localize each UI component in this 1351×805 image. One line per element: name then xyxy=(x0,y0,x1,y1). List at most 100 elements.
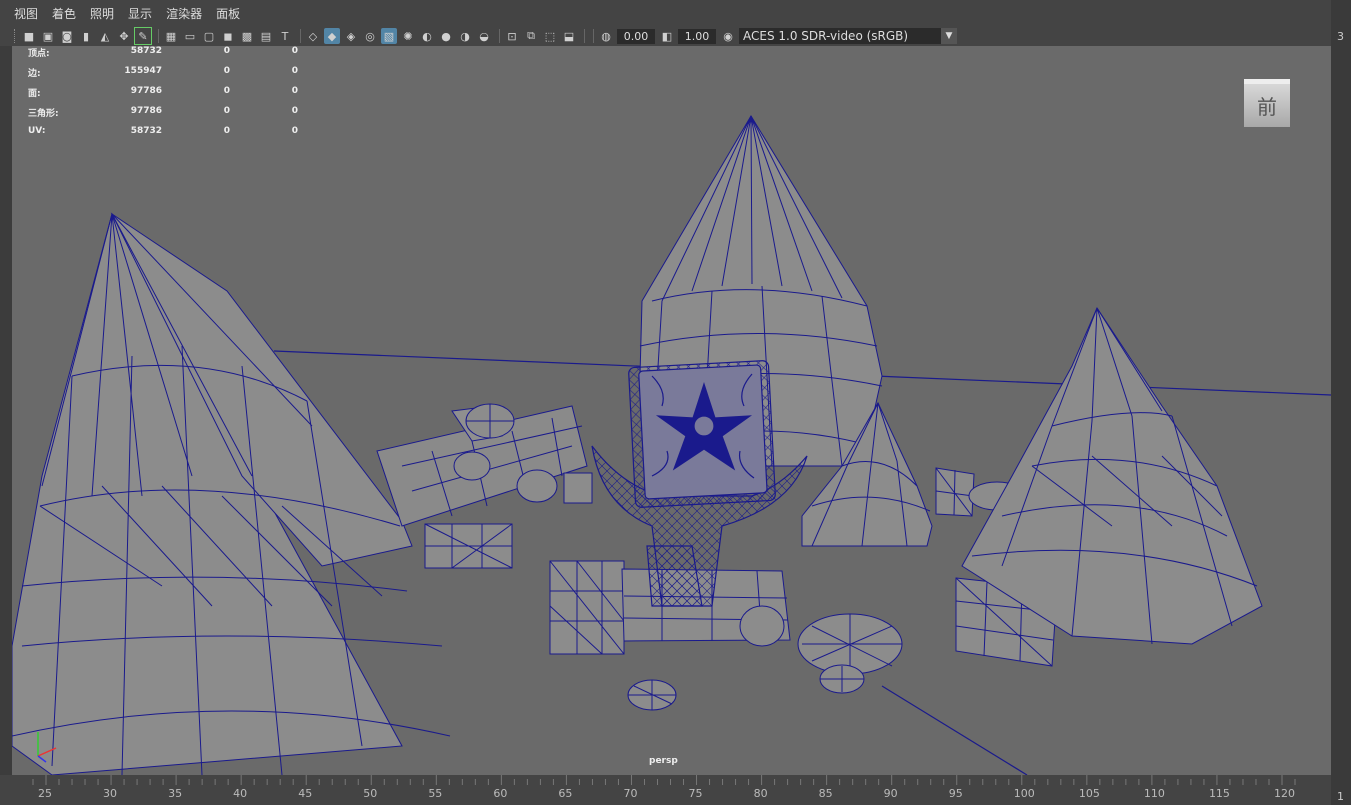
right-strip-bottom-digit: 1 xyxy=(1337,790,1344,803)
motion-blur-icon[interactable]: ◑ xyxy=(457,28,473,44)
hud-value-total: 155947 xyxy=(124,66,162,76)
time-slider[interactable]: 25 30 35 40 45 50 55 60 65 70 75 80 85 90 95 100 105 110 1… xyxy=(0,775,1331,805)
toolbar-separator xyxy=(300,29,301,43)
menu-bar: 视图 着色 照明 显示 渲染器 面板 xyxy=(0,0,1331,26)
hud-value-extra: 0 xyxy=(291,106,298,116)
menu-item-0[interactable]: 视图 xyxy=(14,5,38,22)
menu-item-1[interactable]: 着色 xyxy=(52,5,76,22)
textured-icon[interactable]: ▧ xyxy=(381,28,397,44)
x-axis-line xyxy=(37,747,57,757)
wireframe-on-shaded-icon[interactable]: ◈ xyxy=(343,28,359,44)
hud-value-selected: 0 xyxy=(223,106,230,116)
menu-item-5[interactable]: 面板 xyxy=(216,5,240,22)
hud-label: UV: xyxy=(28,126,46,136)
panel-toolbar: ■ ▣ ◙ ▮ ◭ ✥ ✎ ▦ ▭ ▢ ◼ ▩ ▤ T ◇ ◆ ◈ ◎ ▧ ✺ ◐ ● ◑ ◒ ⊡ ⧉ ⬚ ⬓ ◍ 0.00 ◧ 1.00 ◉ A… xyxy=(0,26,1331,46)
exposure-field[interactable]: 0.00 xyxy=(617,28,655,44)
gamma-field[interactable]: 1.00 xyxy=(678,28,716,44)
timeline-tick-label: 30 xyxy=(103,787,118,800)
safe-action-icon[interactable]: ▤ xyxy=(258,28,274,44)
hud-row: 边: 155947 0 0 xyxy=(28,66,298,86)
timeline-tick-label: 70 xyxy=(623,787,638,800)
timeline-tick-label: 25 xyxy=(38,787,52,800)
gamma-icon[interactable]: ◧ xyxy=(659,28,675,44)
timeline-tick-label: 85 xyxy=(818,787,833,800)
timeline-tick-label: 35 xyxy=(168,787,183,800)
hud-value-selected: 0 xyxy=(223,86,230,96)
menu-item-4[interactable]: 渲染器 xyxy=(166,5,202,22)
timeline-tick-label: 80 xyxy=(753,787,768,800)
hud-label: 边: xyxy=(28,69,41,79)
toolbar-separator xyxy=(158,29,159,43)
grid-icon[interactable]: ▦ xyxy=(163,28,179,44)
bookmark-icon[interactable]: ▮ xyxy=(78,28,94,44)
view-cube-face-label: 前 xyxy=(1257,95,1277,119)
menu-item-2[interactable]: 照明 xyxy=(90,5,114,22)
hud-value-total: 97786 xyxy=(130,106,162,116)
hud-value-extra: 0 xyxy=(291,86,298,96)
z-axis-line xyxy=(37,755,47,763)
safe-title-icon[interactable]: T xyxy=(277,28,293,44)
lights-icon[interactable]: ✺ xyxy=(400,28,416,44)
isolate-select-icon[interactable]: ⊡ xyxy=(504,28,520,44)
hud-value-total: 58732 xyxy=(130,46,162,56)
xray-joints-icon[interactable]: ⧉ xyxy=(523,28,539,44)
camera-attr-icon[interactable]: ◙ xyxy=(59,28,75,44)
xray-active-icon[interactable]: ⬚ xyxy=(542,28,558,44)
hud-value-extra: 0 xyxy=(291,46,298,56)
scene-wireframe xyxy=(12,115,1331,775)
chevron-down-icon[interactable]: ▼ xyxy=(941,28,957,44)
color-management-icon[interactable]: ◉ xyxy=(720,28,736,44)
anti-alias-icon[interactable]: ◒ xyxy=(476,28,492,44)
ambient-occlusion-icon[interactable]: ● xyxy=(438,28,454,44)
hud-value-selected: 0 xyxy=(223,126,230,136)
grease-pencil-icon[interactable]: ✎ xyxy=(134,27,152,45)
resolution-gate-icon[interactable]: ▢ xyxy=(201,28,217,44)
timeline-tick-label: 65 xyxy=(558,787,573,800)
menu-item-3[interactable]: 显示 xyxy=(128,5,152,22)
gate-mask-icon[interactable]: ◼ xyxy=(220,28,236,44)
film-gate-icon[interactable]: ▭ xyxy=(182,28,198,44)
viewport-panel[interactable]: 顶点: 58732 0 0 边: 155947 0 0 面: 97786 0 0 三角形: 97786 0 0… xyxy=(12,46,1331,775)
view-cube[interactable]: 前 xyxy=(1244,79,1290,127)
timeline-tick-label: 45 xyxy=(298,787,313,800)
image-plane-icon[interactable]: ◭ xyxy=(97,28,113,44)
toolbar-separator xyxy=(584,29,585,43)
2d-pan-icon[interactable]: ✥ xyxy=(116,28,132,44)
color-space-select[interactable]: ACES 1.0 SDR-video (sRGB) ▼ xyxy=(739,28,957,44)
xray-icon[interactable]: ◎ xyxy=(362,28,378,44)
toolbar-separator xyxy=(499,29,500,43)
hud-value-selected: 0 xyxy=(223,46,230,56)
wireframe-icon[interactable]: ◇ xyxy=(305,28,321,44)
timeline-ruler xyxy=(32,775,1296,785)
shadows-icon[interactable]: ◐ xyxy=(419,28,435,44)
camera-icon[interactable]: ■ xyxy=(21,28,37,44)
hud-row: 顶点: 58732 0 0 xyxy=(28,46,298,66)
right-edge-strip: 3 1 xyxy=(1331,0,1351,805)
timeline-tick-label: 100 xyxy=(1013,787,1035,800)
timeline-tick-label: 60 xyxy=(493,787,508,800)
camera-lock-icon[interactable]: ▣ xyxy=(40,28,56,44)
exposure-icon[interactable]: ◍ xyxy=(598,28,614,44)
timeline-tick-label: 90 xyxy=(883,787,898,800)
timeline-tick-label: 75 xyxy=(688,787,703,800)
smooth-shade-icon[interactable]: ◆ xyxy=(324,28,340,44)
hud-value-total: 97786 xyxy=(130,86,162,96)
hud-value-selected: 0 xyxy=(223,66,230,76)
axis-gizmo xyxy=(37,732,57,763)
left-edge-strip xyxy=(0,46,12,775)
timeline-tick-label: 120 xyxy=(1274,787,1295,800)
hud-label: 顶点: xyxy=(28,49,50,59)
field-chart-icon[interactable]: ▩ xyxy=(239,28,255,44)
right-strip-top-digit: 3 xyxy=(1337,30,1344,43)
timeline-tick-label: 50 xyxy=(363,787,378,800)
timeline-tick-label: 115 xyxy=(1208,787,1230,800)
toolbar-handle[interactable] xyxy=(14,29,17,43)
poly-count-hud: 顶点: 58732 0 0 边: 155947 0 0 面: 97786 0 0 三角形: 97786 0 0… xyxy=(28,46,298,146)
tree-right xyxy=(961,306,1263,645)
color-space-value: ACES 1.0 SDR-video (sRGB) xyxy=(743,29,909,43)
tree-large-left xyxy=(12,212,451,775)
hud-value-extra: 0 xyxy=(291,66,298,76)
hud-row: 三角形: 97786 0 0 xyxy=(28,106,298,126)
hud-label: 面: xyxy=(28,89,41,99)
backface-icon[interactable]: ⬓ xyxy=(561,28,577,44)
